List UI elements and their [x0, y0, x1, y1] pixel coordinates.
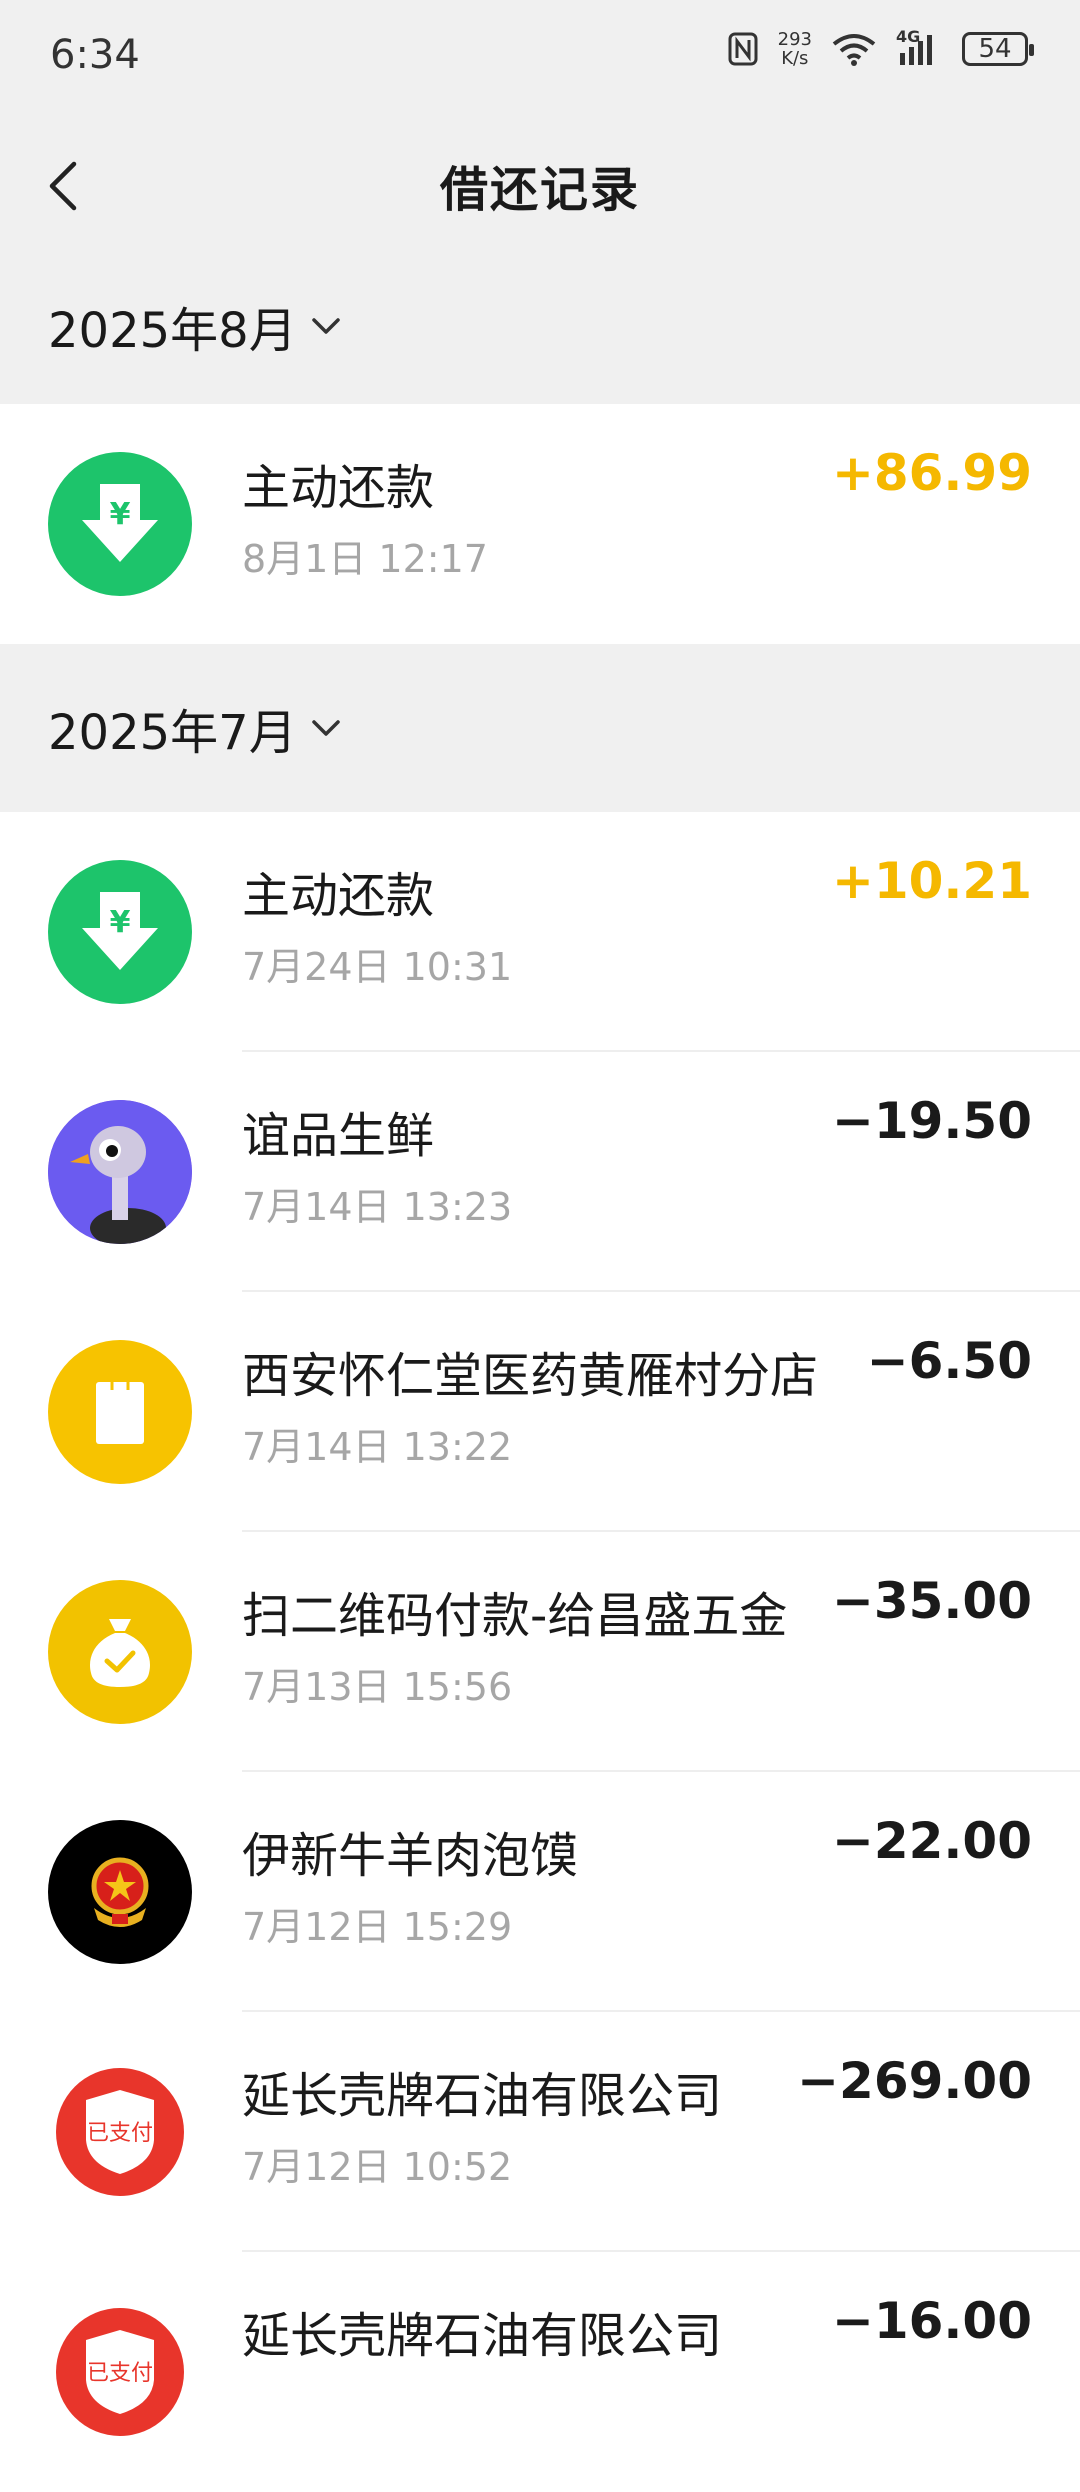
month-label: 2025年7月 — [48, 705, 297, 761]
transaction-title: 主动还款 — [242, 460, 435, 516]
chevron-down-icon — [311, 318, 340, 334]
transaction-title: 延长壳牌石油有限公司 — [242, 2068, 723, 2124]
transaction-amount: −16.00 — [831, 2292, 1032, 2350]
nav-bar: 借还记录 — [0, 116, 1080, 248]
status-icons: 293 K/s 4G 54 — [728, 27, 1034, 68]
wifi-icon — [832, 34, 876, 66]
ostrich-avatar-icon — [48, 1100, 192, 1244]
status-bar: 6:34 293 K/s 4G 54 — [0, 0, 1080, 116]
transaction-list-aug: ¥ 主动还款 8月1日 12:17 +86.99 — [0, 404, 1080, 644]
repay-arrow-icon: ¥ — [48, 860, 192, 1004]
transaction-date: 7月24日 10:31 — [242, 945, 513, 989]
transaction-row[interactable]: 扫二维码付款-给昌盛五金 7月13日 15:56 −35.00 — [0, 1532, 1080, 1772]
transaction-date: 7月13日 15:56 — [242, 1665, 513, 1709]
transaction-row[interactable]: 已支付 延长壳牌石油有限公司 −16.00 — [0, 2252, 1080, 2492]
paid-stamp-text: 已支付 — [87, 2121, 153, 2146]
transaction-amount: +10.21 — [831, 852, 1032, 910]
cell-signal: 4G — [896, 27, 942, 67]
transaction-title: 西安怀仁堂医药黄雁村分店 — [242, 1348, 819, 1404]
transaction-row[interactable]: 伊新牛羊肉泡馍 7月12日 15:29 −22.00 — [0, 1772, 1080, 2012]
transaction-amount: +86.99 — [831, 444, 1032, 502]
transaction-list-jul: ¥ 主动还款 7月24日 10:31 +10.21 谊品生鲜 7月14日 13:… — [0, 812, 1080, 2492]
transaction-title: 谊品生鲜 — [242, 1108, 435, 1164]
chevron-down-icon — [311, 720, 340, 736]
transaction-amount: −35.00 — [831, 1572, 1032, 1630]
shopping-bag-icon — [48, 1340, 192, 1484]
net-speed-value: 293 — [777, 29, 812, 50]
paid-stamp-text: 已支付 — [87, 2361, 153, 2386]
transaction-row[interactable]: ¥ 主动还款 7月24日 10:31 +10.21 — [0, 812, 1080, 1052]
transaction-amount: −22.00 — [831, 1812, 1032, 1870]
transaction-row[interactable]: 已支付 延长壳牌石油有限公司 7月12日 10:52 −269.00 — [0, 2012, 1080, 2252]
transaction-title: 延长壳牌石油有限公司 — [242, 2308, 723, 2364]
nfc-icon — [728, 32, 758, 66]
money-bag-icon — [48, 1580, 192, 1724]
transaction-row[interactable]: ¥ 主动还款 8月1日 12:17 +86.99 — [0, 404, 1080, 644]
repay-arrow-icon: ¥ — [48, 452, 192, 596]
battery-level: 54 — [978, 34, 1012, 64]
page-title: 借还记录 — [439, 162, 640, 218]
transaction-title: 扫二维码付款-给昌盛五金 — [242, 1588, 788, 1644]
transaction-date: 7月12日 15:29 — [242, 1905, 513, 1949]
month-label: 2025年8月 — [48, 303, 297, 359]
transaction-date: 7月14日 13:22 — [242, 1425, 513, 1469]
transaction-title: 主动还款 — [242, 868, 435, 924]
net-speed: 293 K/s — [778, 30, 812, 68]
transaction-row[interactable]: 谊品生鲜 7月14日 13:23 −19.50 — [0, 1052, 1080, 1292]
transaction-amount: −269.00 — [797, 2052, 1032, 2110]
status-time: 6:34 — [50, 32, 140, 78]
month-selector-aug[interactable]: 2025年8月 — [0, 248, 1080, 404]
net-speed-unit: K/s — [781, 48, 809, 69]
transaction-title: 伊新牛羊肉泡馍 — [242, 1828, 579, 1884]
transaction-amount: −19.50 — [831, 1092, 1032, 1150]
yen-glyph: ¥ — [110, 497, 131, 532]
signal-icon — [900, 35, 932, 65]
transaction-amount: −6.50 — [866, 1332, 1032, 1390]
paid-shield-icon: 已支付 — [48, 2300, 192, 2444]
transaction-date: 7月14日 13:23 — [242, 1185, 513, 1229]
transaction-row[interactable]: 西安怀仁堂医药黄雁村分店 7月14日 13:22 −6.50 — [0, 1292, 1080, 1532]
emblem-icon — [48, 1820, 192, 1964]
transaction-date: 8月1日 12:17 — [242, 537, 488, 581]
month-selector-jul[interactable]: 2025年7月 — [0, 644, 1080, 812]
yen-glyph: ¥ — [110, 905, 131, 940]
paid-shield-icon: 已支付 — [48, 2060, 192, 2204]
battery-icon: 54 — [962, 32, 1034, 66]
transaction-date: 7月12日 10:52 — [242, 2145, 513, 2189]
